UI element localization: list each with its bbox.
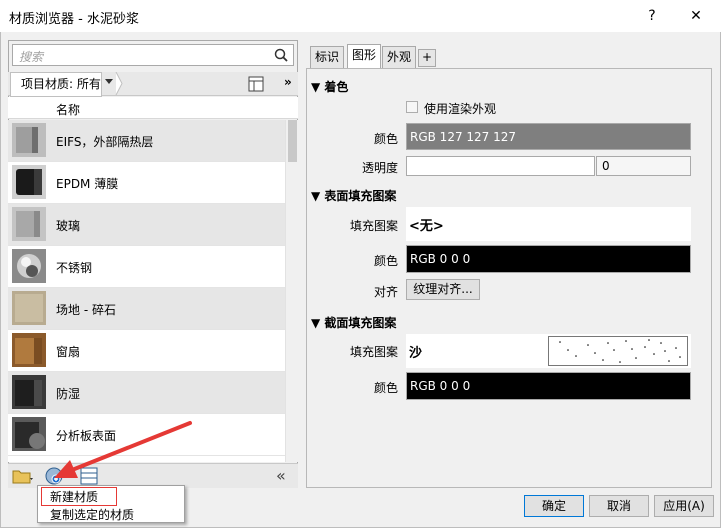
steel-swatch-icon [12,249,46,283]
list-item[interactable]: 窗扇 [8,330,285,372]
scrollbar-thumb[interactable] [288,120,297,162]
tab-identity[interactable]: 标识 [310,46,345,69]
surface-pattern-field[interactable]: <无> [406,207,691,241]
epdm-swatch-icon [12,165,46,199]
title-bar: 材质浏览器 - 水泥砂浆 ? ✕ [0,0,721,32]
shading-color-swatch[interactable]: RGB 127 127 127 [406,123,691,150]
cut-heading: 截面填充图案 [324,316,397,330]
annotation-arrow [54,421,192,478]
align-label: 对齐 [373,285,398,299]
search-placeholder: 搜索 [19,50,44,64]
damp-swatch-icon [12,375,46,409]
expand-more-button[interactable]: » [284,75,292,89]
list-item[interactable]: 不锈钢 [8,246,285,288]
surface-color-label: 颜色 [373,254,398,268]
add-tab-button[interactable]: + [418,49,437,67]
list-item[interactable]: 玻璃 [8,204,285,246]
cut-pattern-label: 填充图案 [349,345,398,359]
collapse-triangle-icon: ▼ [311,316,321,330]
search-input[interactable]: 搜索 [12,44,294,66]
gravel-swatch-icon [12,291,46,325]
transparency-slider[interactable] [406,156,595,176]
list-item-label: 不锈钢 [56,261,93,275]
surface-section-header[interactable]: ▼ 表面填充图案 [311,187,396,204]
close-button[interactable]: ✕ [684,4,708,28]
open-library-icon[interactable] [12,467,34,488]
list-item-label: EPDM 薄膜 [56,177,119,191]
cut-color-swatch[interactable]: RGB 0 0 0 [406,372,691,400]
name-column-header[interactable]: 名称 [56,101,80,118]
list-item[interactable]: 场地 - 碎石 [8,288,285,330]
panel-layout-icon[interactable] [248,76,264,95]
surface-heading: 表面填充图案 [324,189,397,203]
list-item-label: 防湿 [56,387,81,401]
surface-color-swatch[interactable]: RGB 0 0 0 [406,245,691,273]
transparency-input[interactable]: 0 [596,156,691,176]
glass-swatch-icon [12,207,46,241]
filter-label: 项目材质: 所有 [21,77,101,91]
cut-color-label: 颜色 [373,381,398,395]
cut-color-value: RGB 0 0 0 [410,379,471,393]
ok-button[interactable]: 确定 [524,495,584,517]
filter-bar: 项目材质: 所有 » [8,72,298,97]
collapse-triangle-icon: ▼ [311,189,321,203]
material-list: EIFS，外部隔热层 EPDM 薄膜 玻璃 不锈钢 场地 - 碎石 窗扇 防湿 … [8,120,285,462]
tab-bar: 标识 图形 外观 + [308,44,708,70]
list-item-label: 窗扇 [56,345,81,359]
list-item[interactable]: EPDM 薄膜 [8,162,285,204]
collapse-pane-button[interactable]: « [276,466,286,485]
surface-color-value: RGB 0 0 0 [410,252,471,266]
list-item-label: 玻璃 [56,219,81,233]
menu-item-new-material[interactable]: 新建材质 [50,488,98,505]
wood-swatch-icon [12,333,46,367]
list-item-label: 场地 - 碎石 [56,303,116,317]
surface-pattern-label: 填充图案 [349,219,398,233]
cancel-button[interactable]: 取消 [589,495,649,517]
material-filter-dropdown[interactable]: 项目材质: 所有 [10,72,123,97]
apply-button[interactable]: 应用(A) [654,495,714,517]
eifs-swatch-icon [12,123,46,157]
cut-pattern-field[interactable]: 沙 [406,334,691,368]
help-button[interactable]: ? [640,4,664,28]
use-render-label: 使用渲染外观 [424,102,497,116]
search-icon[interactable] [273,46,289,67]
tab-appearance[interactable]: 外观 [382,46,417,69]
cut-section-header[interactable]: ▼ 截面填充图案 [311,314,396,331]
menu-item-duplicate-material[interactable]: 复制选定的材质 [50,506,134,523]
sand-pattern-preview [548,336,688,366]
transparency-label: 透明度 [361,161,398,175]
shading-heading: 着色 [324,80,349,94]
create-material-menu: 新建材质 复制选定的材质 [37,485,185,523]
list-item-label: EIFS，外部隔热层 [56,135,154,149]
shading-color-value: RGB 127 127 127 [410,130,517,144]
collapse-triangle-icon: ▼ [311,80,321,94]
transparency-value: 0 [602,159,610,173]
shading-section-header[interactable]: ▼ 着色 [311,78,348,95]
list-header: 名称 [8,97,298,119]
surface-pattern-value: <无> [409,219,444,234]
texture-align-button[interactable]: 纹理对齐... [406,279,480,300]
list-item[interactable]: 防湿 [8,372,285,414]
shading-color-label: 颜色 [373,132,398,146]
list-item[interactable]: EIFS，外部隔热层 [8,120,285,162]
window-title: 材质浏览器 - 水泥砂浆 [9,12,139,27]
cut-pattern-value: 沙 [409,346,423,361]
tab-graphics[interactable]: 图形 [347,44,382,70]
list-scrollbar[interactable] [285,120,298,462]
use-render-checkbox[interactable] [406,101,418,113]
